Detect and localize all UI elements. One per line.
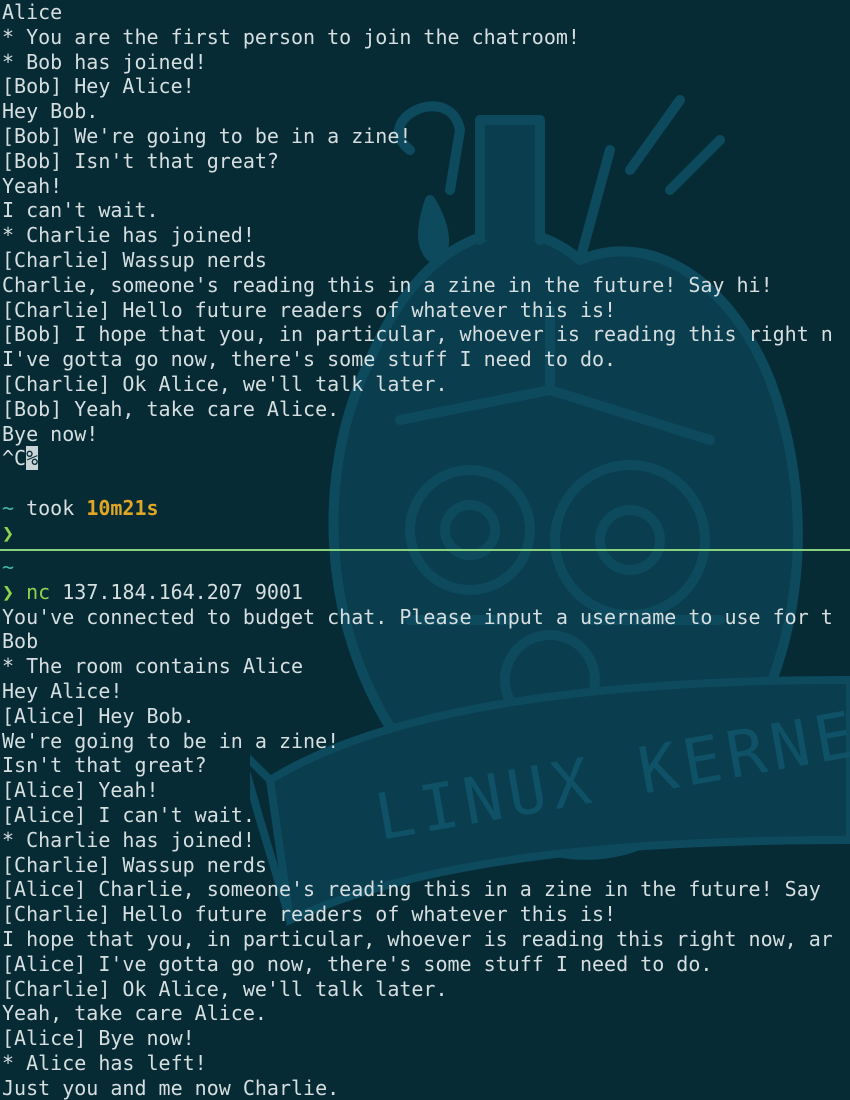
terminal-line: We're going to be in a zine! [2, 728, 340, 753]
took-label: took [26, 495, 75, 520]
terminal-line: Just you and me now Charlie. [2, 1075, 340, 1100]
terminal-line: Alice [2, 0, 63, 24]
command-line: ❯ nc 137.184.164.207 9001 [0, 580, 850, 605]
command-args: 137.184.164.207 9001 [62, 579, 304, 604]
terminal-line: [Bob] Yeah, take care Alice. [2, 396, 340, 421]
terminal-line: * Alice has left! [2, 1050, 207, 1075]
terminal-line: I hope that you, in particular, whoever … [2, 926, 833, 951]
cwd-tilde: ~ [2, 495, 15, 520]
terminal-line: * Charlie has joined! [2, 223, 255, 248]
terminal-line: [Bob] Isn't that great? [2, 148, 279, 173]
command-name: nc [26, 579, 51, 604]
terminal-line: * The room contains Alice [2, 654, 304, 679]
terminal-line: [Bob] We're going to be in a zine! [2, 123, 412, 148]
terminal-line: [Charlie] Wassup nerds [2, 247, 267, 272]
terminal-line: Bob [2, 629, 39, 654]
terminal-line: [Alice] Charlie, someone's reading this … [2, 877, 821, 902]
terminal-line: [Alice] Yeah! [2, 778, 159, 803]
cwd-tilde: ~ [2, 555, 15, 579]
terminal-line: [Charlie] Ok Alice, we'll talk later. [2, 371, 448, 396]
chat-output-bottom: You've connected to budget chat. Please … [0, 605, 850, 1100]
prompt-line[interactable]: ❯ [0, 521, 850, 546]
terminal-line: Yeah! [2, 173, 63, 198]
interrupt-line: ^C% [0, 446, 850, 471]
terminal-line: [Bob] Hey Alice! [2, 74, 195, 99]
terminal-line: [Charlie] Wassup nerds [2, 852, 267, 877]
took-duration: 10m21s [86, 495, 159, 520]
terminal-line: [Charlie] Hello future readers of whatev… [2, 297, 617, 322]
cwd-line: ~ [0, 555, 850, 580]
terminal-line: [Alice] I've gotta go now, there's some … [2, 951, 713, 976]
terminal-line: I can't wait. [2, 198, 159, 223]
terminal-line: I've gotta go now, there's some stuff I … [2, 347, 617, 372]
terminal-line: * You are the first person to join the c… [2, 24, 580, 49]
terminal-pane-bottom[interactable]: ~ ❯ nc 137.184.164.207 9001 You've conne… [0, 555, 850, 1100]
terminal-line: Hey Alice! [2, 678, 123, 703]
terminal-line: [Alice] I can't wait. [2, 802, 255, 827]
terminal-line: [Alice] Bye now! [2, 1026, 195, 1051]
terminal-line: Isn't that great? [2, 753, 207, 778]
terminal-line: Yeah, take care Alice. [2, 1001, 267, 1026]
terminal-line: [Alice] Hey Bob. [2, 703, 195, 728]
prompt-chevron-icon: ❯ [2, 579, 15, 604]
took-line: ~ took 10m21s [0, 496, 850, 521]
interrupt-text: ^C [2, 446, 27, 471]
eol-marker: % [26, 446, 39, 471]
chat-output-top: Alice * You are the first person to join … [0, 0, 850, 446]
terminal-line: [Bob] I hope that you, in particular, wh… [2, 322, 833, 347]
pane-divider[interactable] [0, 549, 850, 551]
terminal-pane-top[interactable]: Alice * You are the first person to join … [0, 0, 850, 548]
terminal-line: * Bob has joined! [2, 49, 207, 74]
terminal-line: Charlie, someone's reading this in a zin… [2, 272, 773, 297]
terminal-line: Bye now! [2, 421, 99, 446]
terminal-line: [Charlie] Ok Alice, we'll talk later. [2, 976, 448, 1001]
terminal-line: [Charlie] Hello future readers of whatev… [2, 902, 617, 927]
prompt-chevron-icon: ❯ [2, 520, 15, 545]
terminal-line: * Charlie has joined! [2, 827, 255, 852]
terminal-line: Hey Bob. [2, 99, 99, 124]
terminal-line: You've connected to budget chat. Please … [2, 604, 833, 629]
